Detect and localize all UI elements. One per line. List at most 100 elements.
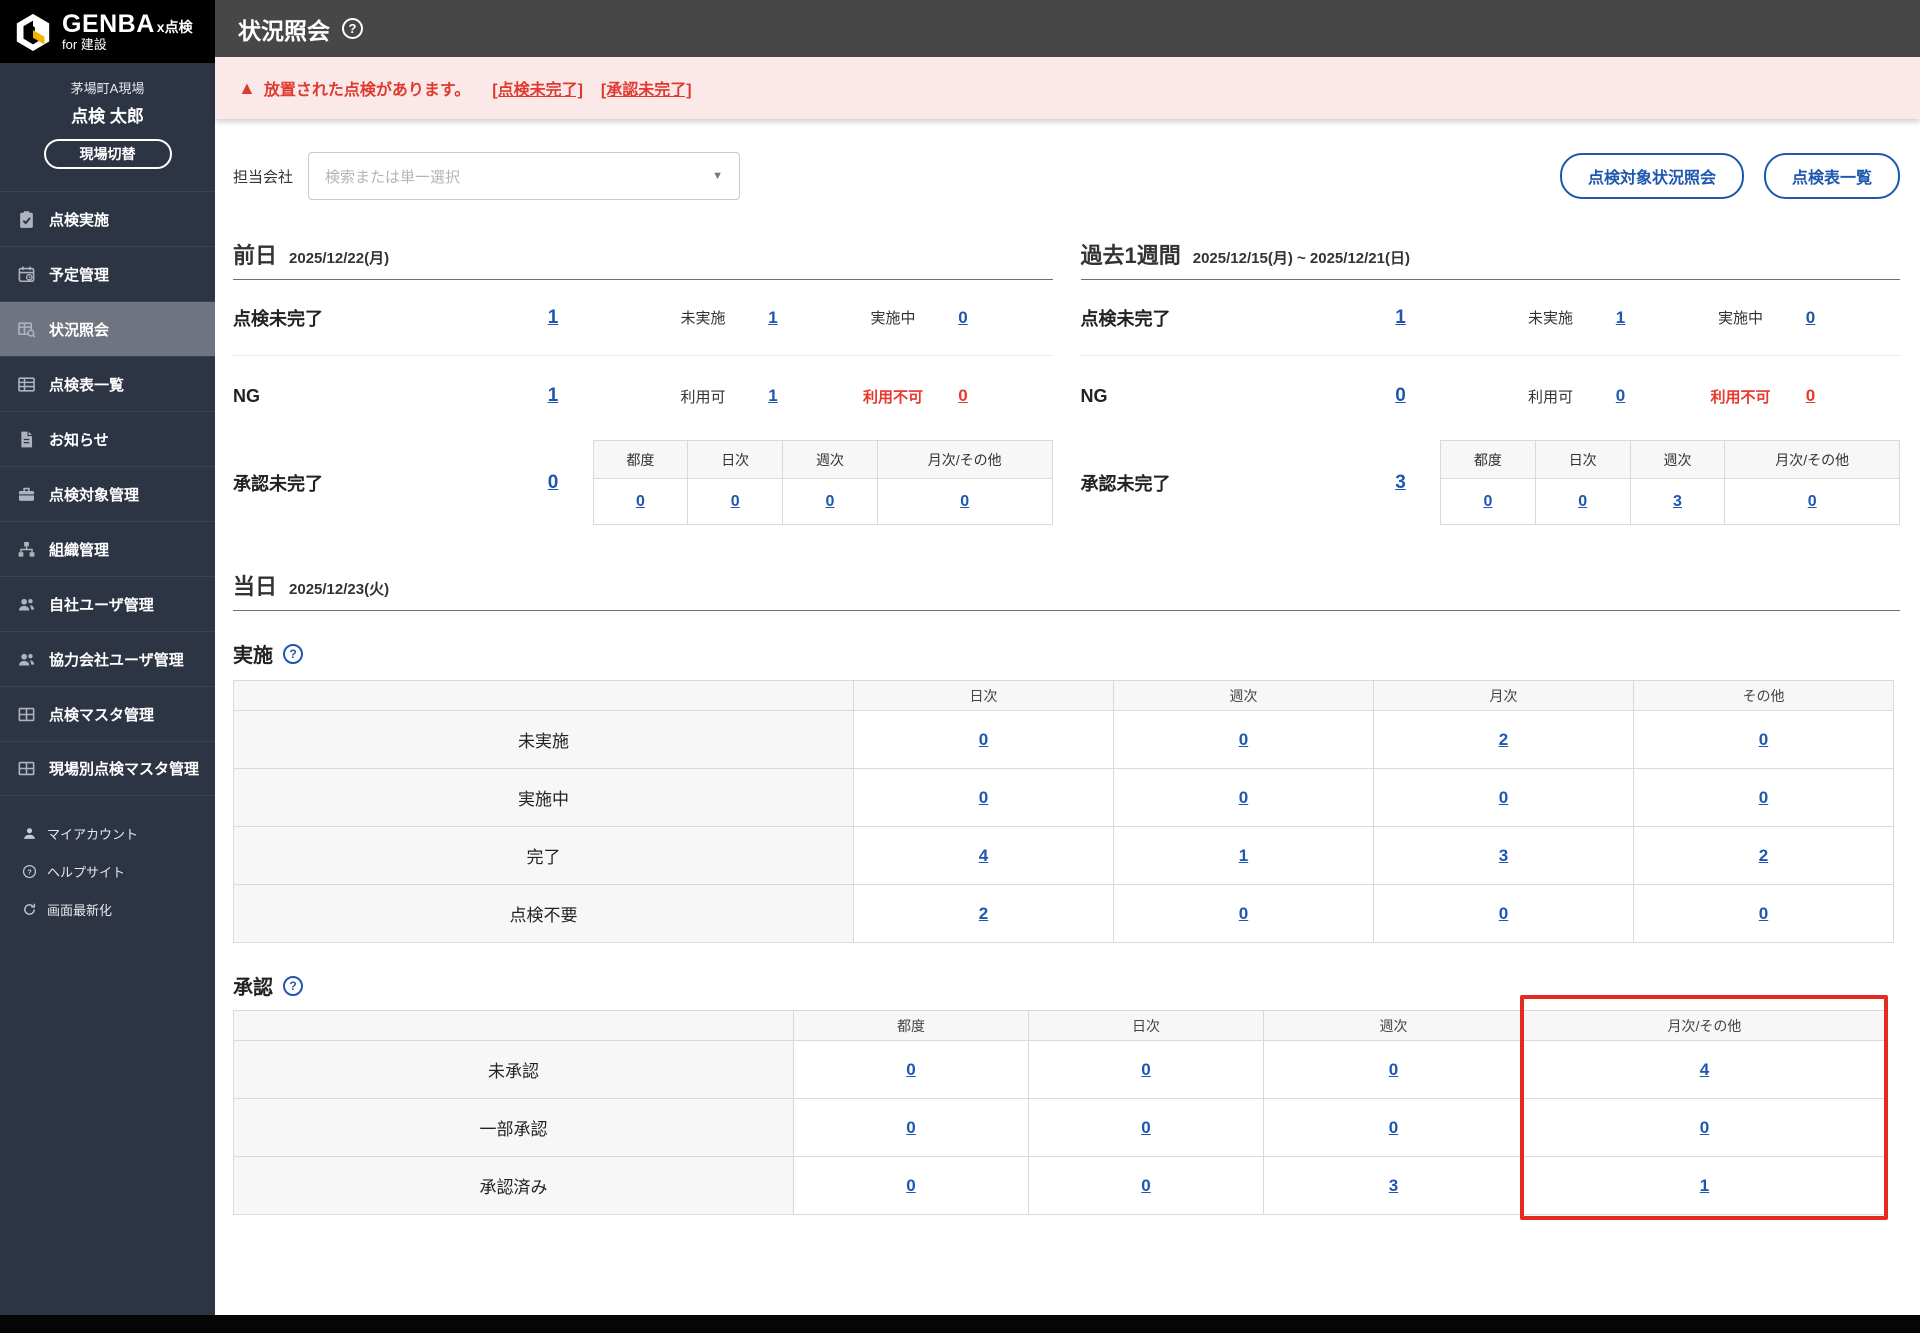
tenkenhyou-ichiran-button[interactable]: 点検表一覧 (1763, 153, 1900, 199)
count-link[interactable]: 0 (1141, 1176, 1150, 1195)
jisshi-help-icon[interactable]: ? (283, 643, 303, 664)
count-link[interactable]: 0 (960, 493, 969, 510)
alert-link-shounin-mikanryou[interactable]: [承認未完了] (601, 76, 692, 100)
sidebar-item-label: 協力会社ユーザ管理 (49, 651, 184, 669)
col-header: 週次 (782, 440, 878, 479)
count-link[interactable]: 0 (1389, 1060, 1398, 1079)
count-link[interactable]: 0 (1141, 1060, 1150, 1079)
period-head: 過去1週間 2025/12/15(月) ~ 2025/12/21(日) (1080, 238, 1900, 280)
my-account-link[interactable]: マイアカウント (0, 814, 215, 852)
count-link[interactable]: 2 (1759, 846, 1768, 865)
sidebar-item-oshirase[interactable]: お知らせ (0, 411, 215, 466)
help-site-link[interactable]: ? ヘルプサイト (0, 852, 215, 890)
count-link[interactable]: 0 (1781, 308, 1841, 328)
count-link[interactable]: 0 (906, 1118, 915, 1137)
count-link[interactable]: 1 (1591, 308, 1651, 328)
pair-label: 利用可 (680, 388, 726, 406)
count-link[interactable]: 0 (523, 472, 583, 494)
sidebar-item-tenken-jisshi[interactable]: 点検実施 (0, 191, 215, 246)
sidebar-item-tenkenhyou-ichiran[interactable]: 点検表一覧 (0, 356, 215, 411)
col-header: 週次 (1263, 1010, 1524, 1041)
count-link[interactable]: 4 (1700, 1060, 1709, 1079)
bottom-black-bar (0, 1315, 1920, 1333)
approval-breakdown-table: 都度 日次 週次 月次/その他 0 0 0 0 (592, 440, 1053, 525)
count-link[interactable]: 3 (1673, 493, 1682, 510)
count-link-red[interactable]: 0 (933, 386, 993, 406)
count-link[interactable]: 0 (1141, 1118, 1150, 1137)
table-row: 点検不要 2 0 0 0 (233, 884, 1894, 943)
count-link[interactable]: 0 (1759, 904, 1768, 923)
stat-label: 点検未完了 (1080, 308, 1171, 329)
row-label: 実施中 (233, 768, 854, 827)
count-link[interactable]: 0 (1371, 385, 1431, 407)
count-link[interactable]: 0 (906, 1176, 915, 1195)
count-link[interactable]: 4 (979, 846, 988, 865)
table-row: 未実施 0 0 2 0 (233, 710, 1894, 769)
count-link[interactable]: 0 (906, 1060, 915, 1079)
count-link[interactable]: 0 (979, 730, 988, 749)
brand-name: GENBA (62, 10, 155, 39)
row-label: 点検不要 (233, 884, 854, 943)
sidebar-item-kyouryoku-user-kanri[interactable]: 協力会社ユーザ管理 (0, 631, 215, 686)
count-link[interactable]: 1 (743, 386, 803, 406)
count-link[interactable]: 0 (979, 788, 988, 807)
count-link[interactable]: 1 (523, 385, 583, 407)
filter-row: 担当会社 検索または単一選択 ▼ 点検対象状況照会 点検表一覧 (233, 152, 1900, 200)
count-link[interactable]: 0 (1239, 730, 1248, 749)
page-help-icon[interactable]: ? (342, 18, 363, 39)
approval-breakdown-table: 都度 日次 週次 月次/その他 0 0 3 0 (1440, 440, 1900, 525)
count-link[interactable]: 1 (1371, 307, 1431, 329)
sidebar: GENBA x点検 for 建設 茅場町A現場 点検 太郎 現場切替 点検実施 … (0, 0, 215, 1333)
count-link[interactable]: 0 (933, 308, 993, 328)
sidebar-item-genbabetsu-master-kanri[interactable]: 現場別点検マスタ管理 (0, 741, 215, 796)
count-link-red[interactable]: 0 (1781, 386, 1841, 406)
count-link[interactable]: 1 (1239, 846, 1248, 865)
count-link[interactable]: 0 (1700, 1118, 1709, 1137)
count-link[interactable]: 0 (826, 493, 835, 510)
sidebar-item-label: 状況照会 (49, 321, 110, 339)
sidebar-item-joukyou-shoukai[interactable]: 状況照会 (0, 301, 215, 356)
count-link[interactable]: 3 (1389, 1176, 1398, 1195)
count-link[interactable]: 0 (1239, 904, 1248, 923)
count-link[interactable]: 0 (1808, 493, 1817, 510)
document-icon (17, 430, 36, 449)
tenken-taishou-joukyou-button[interactable]: 点検対象状況照会 (1559, 153, 1744, 199)
count-link[interactable]: 0 (731, 493, 740, 510)
sidebar-item-tenken-taishou-kanri[interactable]: 点検対象管理 (0, 466, 215, 521)
count-link[interactable]: 0 (1591, 386, 1651, 406)
sidebar-item-jisha-user-kanri[interactable]: 自社ユーザ管理 (0, 576, 215, 631)
count-link[interactable]: 0 (636, 493, 645, 510)
count-link[interactable]: 0 (1759, 730, 1768, 749)
refresh-screen-link[interactable]: 画面最新化 (0, 890, 215, 928)
col-header: 月次 (1373, 680, 1634, 711)
col-header: 日次 (687, 440, 784, 479)
count-link[interactable]: 3 (1371, 472, 1431, 494)
count-link[interactable]: 2 (979, 904, 988, 923)
count-link[interactable]: 0 (1499, 788, 1508, 807)
sidebar-item-soshiki-kanri[interactable]: 組織管理 (0, 521, 215, 576)
company-select[interactable]: 検索または単一選択 ▼ (308, 152, 741, 200)
count-link[interactable]: 2 (1499, 730, 1508, 749)
table-row: 未承認 0 0 0 4 (233, 1040, 1886, 1099)
briefcase-icon (17, 485, 36, 504)
pair-label: 未実施 (680, 310, 726, 327)
count-link[interactable]: 0 (1239, 788, 1248, 807)
summary-past-week: 過去1週間 2025/12/15(月) ~ 2025/12/21(日) 点検未完… (1080, 238, 1900, 535)
shounin-help-icon[interactable]: ? (283, 975, 303, 996)
alert-link-tenken-mikanryou[interactable]: [点検未完了] (492, 76, 583, 100)
col-header: 週次 (1113, 680, 1374, 711)
count-link[interactable]: 1 (1700, 1176, 1709, 1195)
count-link[interactable]: 1 (743, 308, 803, 328)
corner-cell (233, 1010, 794, 1041)
count-link[interactable]: 0 (1578, 493, 1587, 510)
count-link[interactable]: 0 (1483, 493, 1492, 510)
count-link[interactable]: 0 (1499, 904, 1508, 923)
sidebar-item-yotei-kanri[interactable]: 予定管理 (0, 246, 215, 301)
count-link[interactable]: 0 (1389, 1118, 1398, 1137)
count-link[interactable]: 1 (523, 307, 583, 329)
col-header: 月次/その他 (876, 440, 1053, 479)
count-link[interactable]: 0 (1759, 788, 1768, 807)
sidebar-item-tenken-master-kanri[interactable]: 点検マスタ管理 (0, 686, 215, 741)
switch-site-button[interactable]: 現場切替 (43, 139, 172, 169)
count-link[interactable]: 3 (1499, 846, 1508, 865)
